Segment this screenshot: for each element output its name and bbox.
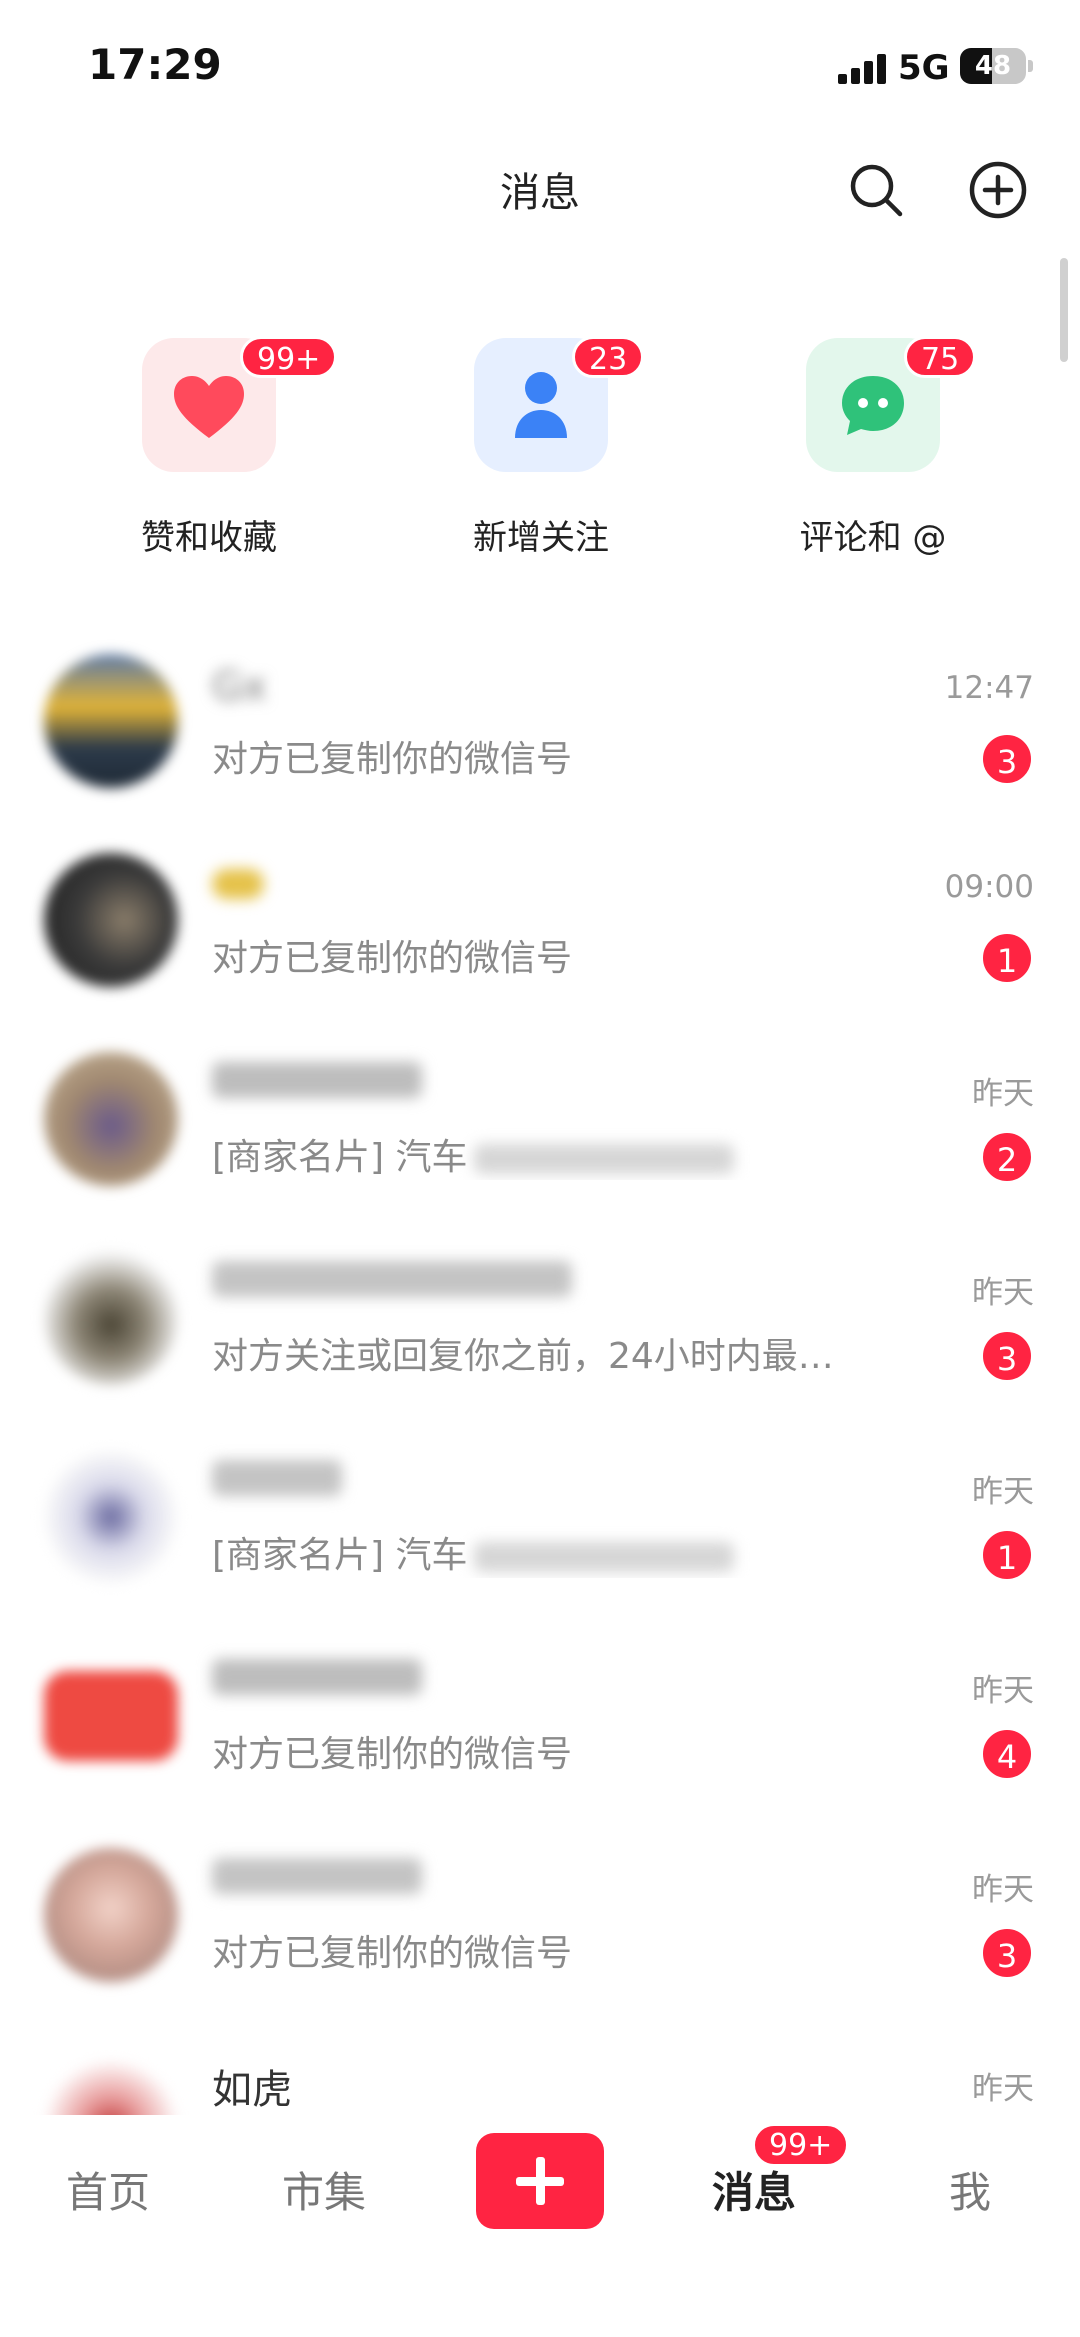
nav-home[interactable]: 首页 [38,2159,178,2220]
message-preview: 对方关注或回复你之前，24小时内最… [212,1327,932,1379]
preview-text: 对方已复制你的微信号 [212,739,573,780]
unread-badge: 3 [980,732,1034,786]
message-time: 昨天 [972,1474,1034,1510]
preview-text: 对方关注或回复你之前，24小时内最… [212,1336,834,1377]
battery-icon: 48 [960,48,1026,84]
followers-label: 新增关注 [473,518,609,558]
message-preview: 对方已复制你的微信号 [212,730,932,782]
preview-text: 对方已复制你的微信号 [212,938,573,979]
nav-me[interactable]: 我 [900,2159,1040,2220]
likes-badge: 99+ [240,336,338,378]
message-list: Gx 对方已复制你的微信号 12:47 3 对方已复制你的微信号 09:00 1… [0,640,1080,2232]
network-label: 5G [898,48,950,88]
message-row[interactable]: Gx 对方已复制你的微信号 12:47 3 [0,640,1080,839]
unread-badge: 3 [980,1329,1034,1383]
avatar [44,1848,178,1982]
message-preview: 对方已复制你的微信号 [212,1924,932,1976]
preview-hidden-text [473,1144,734,1174]
avatar [44,1052,178,1186]
message-time: 昨天 [972,1076,1034,1112]
message-row[interactable]: 对方已复制你的微信号 昨天 3 [0,1834,1080,2033]
unread-badge: 3 [980,1926,1034,1980]
unread-badge: 1 [980,1528,1034,1582]
preview-text: 对方已复制你的微信号 [212,1933,573,1974]
contact-name [212,869,264,899]
avatar [44,1450,178,1584]
contact-name [212,1062,422,1098]
message-time: 昨天 [972,1673,1034,1709]
scroll-indicator[interactable] [1060,258,1068,362]
preview-text: [商家名片] 汽车 [212,1535,468,1576]
shortcut-new-followers[interactable]: 23 新增关注 [426,336,666,558]
search-button[interactable] [846,160,906,220]
status-time: 17:29 [88,40,222,89]
contact-name [212,1659,422,1695]
preview-text: [商家名片] 汽车 [212,1137,468,1178]
message-time: 12:47 [944,670,1034,706]
contact-name: 如虎 [212,2067,292,2113]
nav-messages-badge: 99+ [752,2123,850,2167]
message-preview: 对方已复制你的微信号 [212,929,932,981]
contact-name [212,1858,422,1894]
comments-badge: 75 [904,336,977,378]
nav-messages[interactable]: 消息 [684,2159,824,2220]
page-title: 消息 [500,170,580,216]
message-time: 昨天 [972,1275,1034,1311]
message-time: 09:00 [944,869,1034,905]
message-time: 昨天 [972,1872,1034,1908]
search-icon [850,164,903,217]
add-button[interactable] [968,160,1028,220]
avatar [44,654,178,788]
avatar [44,853,178,987]
unread-badge: 4 [980,1727,1034,1781]
contact-name [212,1460,342,1496]
shortcut-likes-and-favorites[interactable]: 99+ 赞和收藏 [94,336,338,558]
signal-icon [838,52,888,84]
preview-text: 对方已复制你的微信号 [212,1734,573,1775]
unread-badge: 2 [980,1130,1034,1184]
message-row[interactable]: [商家名片] 汽车 昨天 1 [0,1436,1080,1635]
likes-label: 赞和收藏 [141,518,277,558]
unread-badge: 1 [980,931,1034,985]
message-preview: 对方已复制你的微信号 [212,1725,932,1777]
message-row[interactable]: 对方已复制你的微信号 09:00 1 [0,839,1080,1038]
message-time: 昨天 [972,2071,1034,2107]
followers-badge: 23 [572,336,645,378]
preview-hidden-text [473,1542,734,1572]
comments-label: 评论和 @ [799,518,947,558]
nav-add-button[interactable] [476,2133,604,2229]
message-preview: [商家名片] 汽车 [212,1526,932,1578]
contact-name: Gx [212,664,267,710]
avatar [44,1251,178,1385]
message-row[interactable]: 对方已复制你的微信号 昨天 4 [0,1635,1080,1834]
contact-name [212,1261,572,1297]
shortcut-comments-and-mentions[interactable]: 75 评论和 @ [758,336,998,558]
battery-level: 48 [974,51,1012,81]
nav-market[interactable]: 市集 [254,2159,394,2220]
avatar [44,1671,178,1761]
message-row[interactable]: [商家名片] 汽车 昨天 2 [0,1038,1080,1237]
status-bar: 17:29 5G 48 [0,0,1080,130]
message-row[interactable]: 对方关注或回复你之前，24小时内最… 昨天 3 [0,1237,1080,1436]
bottom-nav: 首页 市集 消息 99+ 我 [0,2115,1080,2337]
message-preview: [商家名片] 汽车 [212,1128,932,1180]
plus-circle-icon [969,161,1027,219]
